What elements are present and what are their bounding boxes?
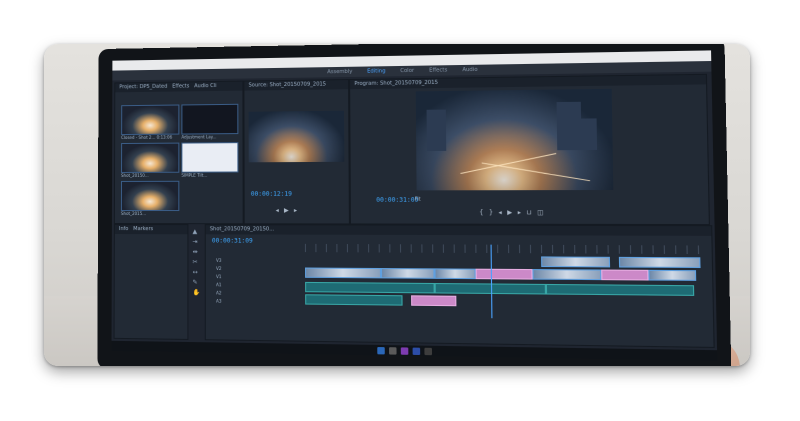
photoshop-icon[interactable] — [412, 347, 420, 355]
clip-label-4: SIMPLE Tilt... — [181, 172, 208, 178]
export-frame-icon[interactable]: ◫ — [537, 209, 543, 216]
pen-tool-icon[interactable]: ✎ — [193, 279, 201, 286]
track-v1[interactable]: V1 — [216, 274, 221, 279]
tab-editing[interactable]: Editing — [367, 68, 385, 74]
video-track-2 — [305, 254, 701, 269]
source-monitor: Source: Shot_20150709_2015 00:00:12:19 ◂… — [243, 79, 350, 225]
clip-label-2: Adjustment Lay... — [181, 134, 217, 140]
timeline-clip[interactable] — [411, 295, 457, 307]
tab-info[interactable]: Info — [119, 226, 128, 232]
source-preview — [248, 110, 345, 163]
project-title: Project: DP5_Dated — [119, 83, 168, 91]
video-track-1 — [305, 266, 701, 281]
program-transport: { } ◂ ▶ ▸ ⊔ ◫ — [479, 209, 543, 216]
clip-thumb-2[interactable] — [181, 103, 239, 135]
clip-duration-1: 0:13:06 — [156, 134, 173, 140]
lift-icon[interactable]: ⊔ — [526, 209, 531, 216]
timeline-panel: Shot_20150709_20150... 00:00:31:09 V3 V2… — [204, 224, 715, 348]
step-back-icon[interactable]: ◂ — [498, 209, 501, 216]
start-icon[interactable] — [376, 346, 385, 354]
clip-label-3: Shot_20150... — [121, 172, 149, 178]
track-v3[interactable]: V3 — [216, 258, 221, 263]
info-panel: Info Markers — [113, 224, 189, 340]
track-select-icon[interactable]: ⇥ — [193, 238, 201, 245]
step-back-icon[interactable]: ◂ — [276, 207, 279, 214]
tab-color[interactable]: Color — [400, 68, 414, 74]
track-a1[interactable]: A1 — [216, 282, 221, 287]
track-a3[interactable]: A3 — [216, 298, 221, 303]
hand-tool-icon[interactable]: ✋ — [193, 289, 201, 296]
razor-icon[interactable]: ✂ — [193, 259, 201, 266]
source-title: Source: Shot_20150709_2015 — [244, 80, 349, 91]
audio-meter-left — [714, 231, 718, 340]
project-panel: Project: DP5_Dated Effects Audio Cli Clo… — [113, 80, 244, 225]
track-a2[interactable]: A2 — [216, 290, 221, 295]
program-timecode: 00:00:31:09 — [376, 196, 419, 204]
timeline-clip[interactable] — [532, 269, 602, 281]
program-monitor: Program: Shot_20150709_2015 00:00:31:09 … — [349, 73, 710, 226]
timeline-audio-clip[interactable] — [305, 281, 435, 294]
timeline-audio-clip[interactable] — [545, 283, 695, 296]
play-icon[interactable]: ▶ — [284, 207, 289, 214]
clip-label-1: Closed - Shot 2... — [121, 134, 156, 141]
app-icon[interactable] — [423, 347, 432, 355]
timeline-clip[interactable] — [601, 269, 649, 281]
step-forward-icon[interactable]: ▸ — [518, 209, 521, 216]
mark-in-icon[interactable]: { — [479, 209, 483, 216]
clip-thumb-3[interactable] — [121, 142, 180, 173]
timeline-clip[interactable] — [541, 256, 611, 268]
laptop-bezel: Assembly Editing Color Effects Audio Pro… — [97, 44, 732, 366]
timeline-title: Shot_20150709_20150... — [205, 225, 712, 236]
mark-out-icon[interactable]: } — [489, 209, 493, 216]
video-editor-screen: Assembly Editing Color Effects Audio Pro… — [111, 50, 718, 362]
slip-tool-icon[interactable]: ↔ — [193, 269, 201, 276]
timeline-audio-clip[interactable] — [305, 294, 403, 306]
clip-label-5: Shot_2015... — [120, 211, 147, 217]
tab-assembly[interactable]: Assembly — [327, 69, 352, 75]
tab-markers[interactable]: Markers — [133, 226, 153, 232]
tools-panel: ▲ ⇥ ⇹ ✂ ↔ ✎ ✋ — [193, 228, 201, 296]
ripple-edit-icon[interactable]: ⇹ — [193, 248, 201, 255]
premiere-icon[interactable] — [400, 346, 408, 355]
tab-audio-clip[interactable]: Audio Cli — [194, 83, 216, 89]
source-timecode: 00:00:12:19 — [250, 190, 292, 198]
tab-effects-panel[interactable]: Effects — [172, 83, 189, 89]
tab-audio[interactable]: Audio — [462, 67, 477, 73]
timeline-clip[interactable] — [475, 268, 533, 280]
track-headers: V3 V2 V1 A1 A2 A3 — [216, 258, 221, 304]
zoom-select[interactable]: Fit — [415, 197, 421, 203]
selection-tool-icon[interactable]: ▲ — [193, 228, 201, 235]
clip-thumb-4[interactable] — [181, 142, 239, 173]
timeline-clip[interactable] — [380, 268, 435, 279]
timeline-clip[interactable] — [648, 269, 697, 281]
laptop-photo: Assembly Editing Color Effects Audio Pro… — [44, 44, 750, 366]
clip-thumb-5[interactable] — [120, 180, 180, 212]
tab-effects[interactable]: Effects — [429, 67, 447, 73]
explorer-icon[interactable] — [388, 346, 397, 355]
timeline-clip[interactable] — [434, 268, 476, 280]
program-title: Program: Shot_20150709_2015 — [350, 74, 707, 90]
timeline-clip[interactable] — [305, 267, 382, 279]
track-v2[interactable]: V2 — [216, 266, 221, 271]
time-ruler[interactable] — [304, 243, 701, 255]
program-preview — [415, 88, 614, 191]
source-transport: ◂ ▶ ▸ — [276, 207, 297, 214]
timeline-clip[interactable] — [618, 256, 701, 269]
clip-thumb-1[interactable] — [121, 104, 180, 136]
step-forward-icon[interactable]: ▸ — [294, 207, 297, 214]
play-icon[interactable]: ▶ — [507, 209, 512, 216]
